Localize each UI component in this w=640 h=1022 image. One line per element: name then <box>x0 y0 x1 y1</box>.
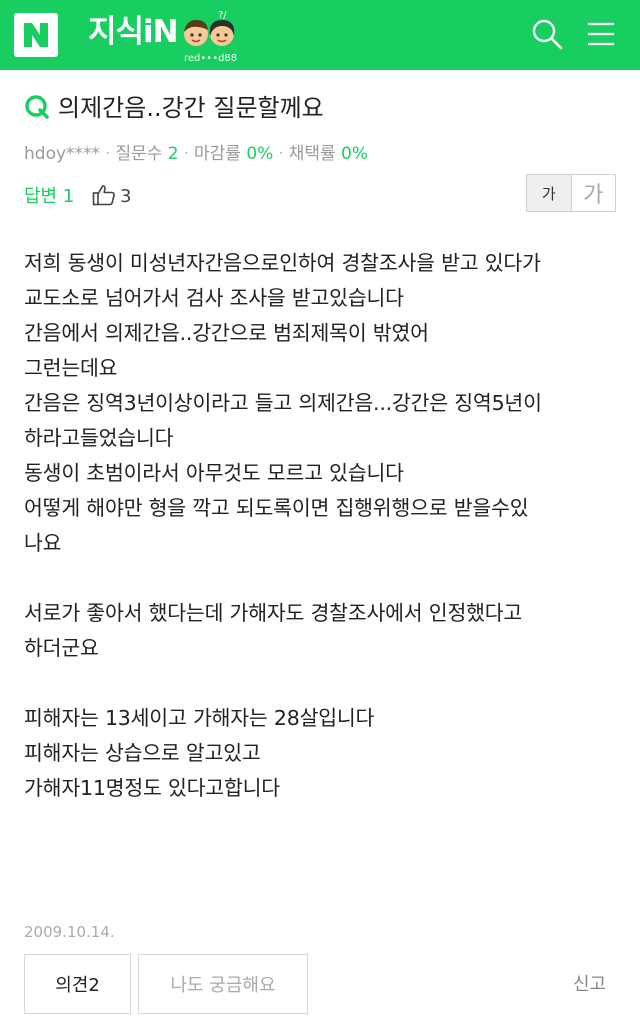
svg-text:?/: ?/ <box>218 10 227 21</box>
like-button[interactable]: 3 <box>92 183 131 211</box>
body-line: 나요 <box>24 531 62 555</box>
stat-label-questions: 질문수 <box>115 144 163 164</box>
body-line: 동생이 초범이라서 아무것도 모르고 있습니다 <box>24 461 404 485</box>
stat-value-adopt-rate: 0% <box>341 144 369 164</box>
stat-label-close-rate: 마감률 <box>194 144 241 164</box>
stat-label-adopt-rate: 채택률 <box>288 144 336 164</box>
thumbs-up-icon <box>92 185 115 206</box>
body-line: 간음에서 의제간음..강간으로 범죄제목이 밖였어 <box>24 321 429 345</box>
meta-separator: · <box>183 144 189 164</box>
answer-count[interactable]: 답변 1 <box>24 183 74 211</box>
body-line: 저희 동생이 미성년자간음으로인하여 경찰조사을 받고 있다가 <box>24 251 541 275</box>
question-meta: hdoy**** · 질문수 2 · 마감률 0% · 채택률 0% <box>24 141 368 167</box>
body-line: 하더군요 <box>24 636 99 660</box>
question-title: 의제간음..강간 질문할께요 <box>58 94 324 122</box>
question-q-icon <box>25 95 49 119</box>
stat-value-close-rate: 0% <box>246 144 274 164</box>
author-id[interactable]: hdoy**** <box>24 144 100 164</box>
body-line: 가해자11명정도 있다고합니다 <box>24 776 280 800</box>
body-paragraph: 피해자는 13세이고 가해자는 28살입니다 피해자는 상습으로 알고있고 가해… <box>24 701 620 806</box>
menu-icon[interactable] <box>584 17 618 51</box>
question-date: 2009.10.14. <box>24 923 115 941</box>
mascot-caption: red•••d88 <box>184 53 238 64</box>
body-line: 그런는데요 <box>24 356 118 380</box>
app-header: 지식iN ?/ red•••d88 <box>0 0 640 70</box>
search-icon[interactable] <box>530 17 564 51</box>
question-body: 저희 동생이 미성년자간음으로인하여 경찰조사을 받고 있다가 교도소로 넘어가… <box>24 246 620 841</box>
report-link[interactable]: 신고 <box>573 972 606 998</box>
body-line: 어떻게 해야만 형을 깍고 되도록이면 집행위행으로 받을수있 <box>24 496 529 520</box>
mascot-icon: ?/ <box>184 10 235 46</box>
body-paragraph: 저희 동생이 미성년자간음으로인하여 경찰조사을 받고 있다가 교도소로 넘어가… <box>24 246 620 561</box>
meta-separator: · <box>278 144 284 164</box>
body-line: 간음은 징역3년이상이라고 들고 의제간음...강간은 징역5년이 <box>24 391 542 415</box>
naver-logo[interactable] <box>14 13 58 57</box>
body-paragraph: 서로가 좋아서 했다는데 가해자도 경찰조사에서 인정했다고 하더군요 <box>24 596 620 666</box>
font-large-button[interactable]: 가 <box>571 175 615 211</box>
body-line: 하라고들었습니다 <box>24 426 174 450</box>
body-line: 교도소로 넘어가서 검사 조사을 받고있습니다 <box>24 286 404 310</box>
font-small-button[interactable]: 가 <box>527 175 572 211</box>
body-line: 피해자는 13세이고 가해자는 28살입니다 <box>24 706 375 730</box>
like-count: 3 <box>120 186 132 207</box>
font-size-control: 가 가 <box>526 174 616 212</box>
body-line: 서로가 좋아서 했다는데 가해자도 경찰조사에서 인정했다고 <box>24 601 523 625</box>
naver-n-icon <box>24 23 48 47</box>
opinion-button[interactable]: 의견2 <box>24 954 131 1014</box>
me-too-curious-button[interactable]: 나도 궁금해요 <box>138 954 308 1014</box>
meta-separator: · <box>105 144 111 164</box>
brand-title[interactable]: 지식iN <box>88 12 179 52</box>
stat-value-questions: 2 <box>167 144 179 164</box>
body-line: 피해자는 상습으로 알고있고 <box>24 741 261 765</box>
